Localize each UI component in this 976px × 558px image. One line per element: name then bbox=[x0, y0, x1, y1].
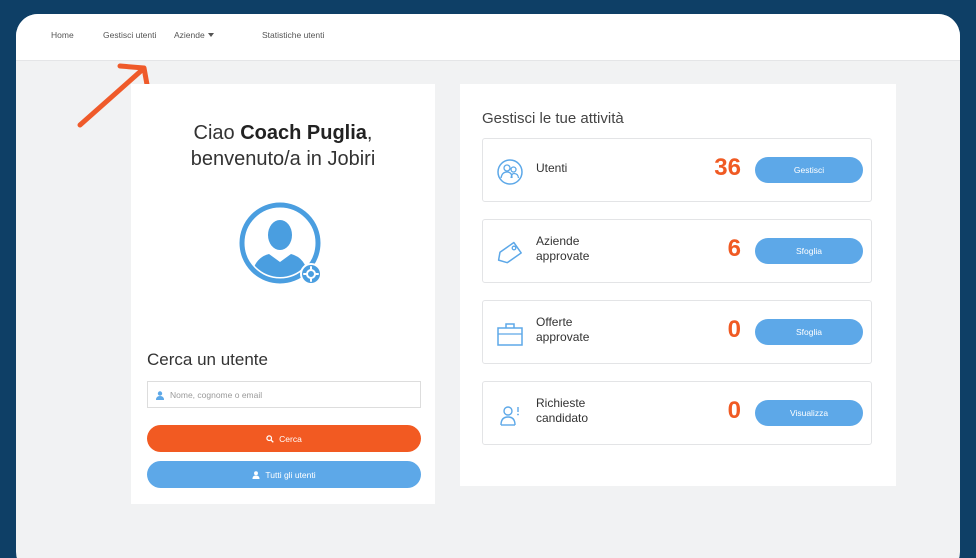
gestisci-button[interactable]: Gestisci bbox=[755, 157, 863, 183]
top-navbar: Home Gestisci utenti Aziende Statistiche… bbox=[16, 14, 960, 61]
app-screen: Home Gestisci utenti Aziende Statistiche… bbox=[16, 14, 960, 558]
nav-aziende-label: Aziende bbox=[174, 30, 205, 40]
candidate-request-icon bbox=[500, 406, 519, 426]
tag-icon bbox=[497, 241, 522, 264]
activities-card: Gestisci le tue attività Utenti 36 Gesti… bbox=[460, 84, 896, 486]
caret-down-icon bbox=[207, 33, 214, 37]
task-row-offerte: Offerte approvate 0 Sfoglia bbox=[482, 300, 872, 364]
task-count: 36 bbox=[714, 154, 741, 181]
welcome-greeting: Ciao Coach Puglia, benvenuto/a in Jobiri bbox=[131, 120, 435, 172]
task-row-aziende: Aziende approvate 6 Sfoglia bbox=[482, 219, 872, 283]
task-label: Offerte approvate bbox=[536, 315, 598, 345]
user-icon bbox=[156, 391, 164, 400]
all-users-button[interactable]: Tutti gli utenti bbox=[147, 461, 421, 488]
all-users-button-label: Tutti gli utenti bbox=[265, 469, 316, 480]
activities-title: Gestisci le tue attività bbox=[482, 110, 624, 127]
task-label: Aziende approvate bbox=[536, 234, 598, 264]
sfoglia-aziende-button[interactable]: Sfoglia bbox=[755, 238, 863, 264]
coach-name: Coach Puglia bbox=[240, 122, 367, 144]
task-count: 6 bbox=[727, 235, 741, 262]
users-icon bbox=[497, 159, 523, 185]
sfoglia-offerte-button[interactable]: Sfoglia bbox=[755, 319, 863, 345]
task-count: 0 bbox=[727, 316, 741, 343]
task-label: Richieste candidato bbox=[536, 396, 598, 426]
task-row-richieste: Richieste candidato 0 Visualizza bbox=[482, 381, 872, 445]
welcome-card: Ciao Coach Puglia, benvenuto/a in Jobiri… bbox=[131, 84, 435, 504]
task-label-text: Offerte approvate bbox=[536, 315, 590, 344]
avatar-icon[interactable] bbox=[239, 202, 325, 288]
user-icon bbox=[252, 470, 260, 479]
search-icon bbox=[266, 434, 274, 443]
briefcase-icon bbox=[497, 323, 523, 346]
task-label-text: Aziende approvate bbox=[536, 234, 590, 263]
task-row-utenti: Utenti 36 Gestisci bbox=[482, 138, 872, 202]
search-title: Cerca un utente bbox=[147, 350, 268, 369]
nav-gestisci-utenti[interactable]: Gestisci utenti bbox=[103, 30, 156, 40]
greeting-comma: , bbox=[366, 122, 373, 144]
nav-home[interactable]: Home bbox=[51, 30, 74, 40]
search-field[interactable] bbox=[147, 381, 421, 408]
task-count: 0 bbox=[727, 397, 741, 424]
search-input[interactable] bbox=[170, 382, 416, 407]
task-label: Utenti bbox=[536, 161, 568, 175]
nav-statistiche-utenti[interactable]: Statistiche utenti bbox=[262, 30, 324, 40]
visualizza-button[interactable]: Visualizza bbox=[755, 400, 863, 426]
greeting-line2: benvenuto/a in Jobiri bbox=[190, 148, 376, 170]
greeting-hello: Ciao bbox=[193, 122, 235, 144]
nav-aziende-dropdown[interactable]: Aziende bbox=[174, 30, 214, 40]
search-button-label: Cerca bbox=[279, 433, 302, 444]
task-label-text: Richieste candidato bbox=[536, 396, 589, 425]
search-button[interactable]: Cerca bbox=[147, 425, 421, 452]
